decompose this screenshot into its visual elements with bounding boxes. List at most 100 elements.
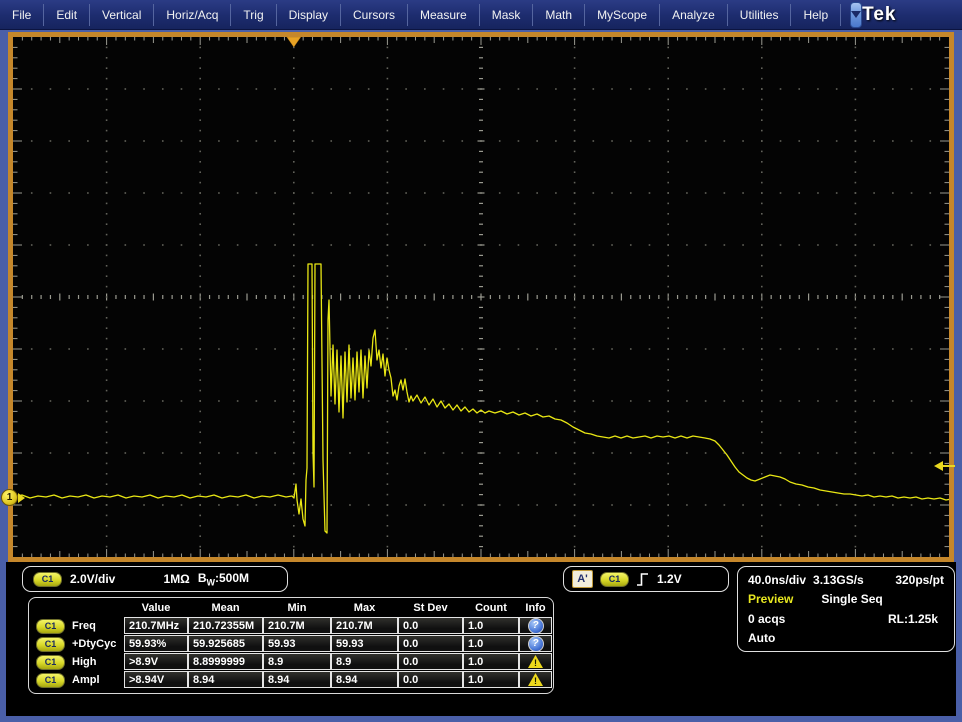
meas-stdev: 0.0 [398,653,463,670]
tek-logo: Tek [862,4,896,26]
meas-min: 8.94 [263,671,331,688]
measurement-grid: ValueMeanMinMaxSt DevCountInfoC1Freq210.… [30,600,552,689]
meas-count: 1.0 [463,617,519,634]
measurement-table: ValueMeanMinMaxSt DevCountInfoC1Freq210.… [28,597,554,694]
meas-min: 210.7M [263,617,331,634]
meas-header-blank [30,600,124,617]
meas-header-st-dev: St Dev [398,600,463,617]
meas-stdev: 0.0 [398,671,463,688]
meas-stdev: 0.0 [398,635,463,652]
acquisition-mode: Single Seq [821,592,882,606]
meas-value: >8.9V [124,653,188,670]
waveform-display: 1 [8,32,954,562]
trigger-level-arrow-icon [934,461,943,471]
menu-item-vertical[interactable]: Vertical [90,4,154,26]
meas-mean: 8.8999999 [188,653,263,670]
menu-item-trig[interactable]: Trig [231,4,276,26]
menu-item-cursors[interactable]: Cursors [341,4,408,26]
menu-item-edit[interactable]: Edit [44,4,90,26]
resolution: 320ps/pt [895,573,944,587]
sample-rate: 3.13GS/s [813,573,864,587]
vertical-scale: 2.0V/div [70,572,115,586]
channel1-ground-marker[interactable]: 1 [1,489,25,506]
horizontal-scale: 40.0ns/div [748,573,806,587]
meas-stdev: 0.0 [398,617,463,634]
menu-item-measure[interactable]: Measure [408,4,480,26]
meas-row-label-high: C1 High [30,653,124,671]
meas-mean: 210.72355M [188,617,263,634]
meas-info-cell: ? [519,635,552,652]
meas-max: 210.7M [331,617,398,634]
meas-header-min: Min [263,600,331,617]
chevron-down-icon [851,11,861,18]
trigger-channel-badge: C1 [600,572,629,587]
trigger-readout[interactable]: A' C1 1.2V [563,566,729,592]
meas-max: 59.93 [331,635,398,652]
trigger-level-arrow-tail [943,465,955,467]
meas-header-max: Max [331,600,398,617]
menu-item-analyze[interactable]: Analyze [660,4,728,26]
meas-info-cell: ? [519,617,552,634]
info-question-icon: ? [528,636,544,652]
menu-item-display[interactable]: Display [277,4,341,26]
measurement-name: +DtyCyc [72,638,116,650]
menu-item-utilities[interactable]: Utilities [728,4,792,26]
horizontal-row-4: Auto [748,631,944,645]
vertical-readout[interactable]: C1 2.0V/div 1MΩ BW:500M [22,566,288,592]
horizontal-row-1: 40.0ns/div 3.13GS/s 320ps/pt [748,573,944,587]
meas-value: >8.94V [124,671,188,688]
channel1-badge: C1 [33,572,62,587]
channel1-badge: C1 [36,637,65,652]
record-length: RL:1.25k [888,612,938,626]
preview-status: Preview [748,592,793,606]
menu-item-mask[interactable]: Mask [480,4,534,26]
acquisition-count: 0 acqs [748,612,785,626]
meas-count: 1.0 [463,635,519,652]
measurement-name: Freq [72,620,96,632]
meas-info-cell: ! [519,671,552,688]
trigger-level-marker[interactable] [934,461,955,471]
meas-max: 8.9 [331,653,398,670]
menu-item-help[interactable]: Help [791,4,841,26]
trigger-mode: Auto [748,631,775,645]
meas-header-mean: Mean [188,600,263,617]
channel1-badge: C1 [36,619,65,634]
meas-max: 8.94 [331,671,398,688]
menu-dropdown-button[interactable] [850,2,862,28]
menu-item-file[interactable]: File [0,4,44,26]
measurement-name: Ampl [72,674,100,686]
menu-item-myscope[interactable]: MyScope [585,4,660,26]
menu-items: FileEditVerticalHoriz/AcqTrigDisplayCurs… [0,4,841,26]
meas-min: 8.9 [263,653,331,670]
meas-value: 59.93% [124,635,188,652]
oscilloscope-screen: { "window": { "brand": "Tek", "minimize_… [0,0,962,722]
horizontal-acquisition-readout[interactable]: 40.0ns/div 3.13GS/s 320ps/pt Preview Sin… [737,566,955,652]
channel1-trace [13,37,949,557]
menu-item-math[interactable]: Math [533,4,585,26]
channel1-badge: C1 [36,655,65,670]
bandwidth-limit: BW:500M [198,571,249,587]
info-question-icon: ? [528,618,544,634]
meas-info-cell: ! [519,653,552,670]
trigger-level-value: 1.2V [657,572,682,586]
horizontal-row-3: 0 acqs RL:1.25k [748,612,944,626]
menu-bar: FileEditVerticalHoriz/AcqTrigDisplayCurs… [0,0,962,30]
meas-mean: 8.94 [188,671,263,688]
meas-mean: 59.925685 [188,635,263,652]
meas-min: 59.93 [263,635,331,652]
horizontal-row-2: Preview Single Seq [748,592,944,606]
rising-edge-icon [636,571,650,588]
channel1-marker-label: 1 [1,489,18,506]
menu-item-horiz-acq[interactable]: Horiz/Acq [154,4,231,26]
meas-count: 1.0 [463,671,519,688]
trigger-source-badge: A' [572,570,593,588]
channel1-marker-arrow-icon [18,493,25,503]
meas-header-count: Count [463,600,519,617]
meas-row-label-freq: C1 Freq [30,617,124,635]
meas-count: 1.0 [463,653,519,670]
measurement-name: High [72,656,96,668]
meas-value: 210.7MHz [124,617,188,634]
meas-row-label-dtycyc: C1 +DtyCyc [30,635,124,653]
meas-header-info: Info [519,600,552,617]
meas-row-label-ampl: C1Ampl [30,671,124,689]
